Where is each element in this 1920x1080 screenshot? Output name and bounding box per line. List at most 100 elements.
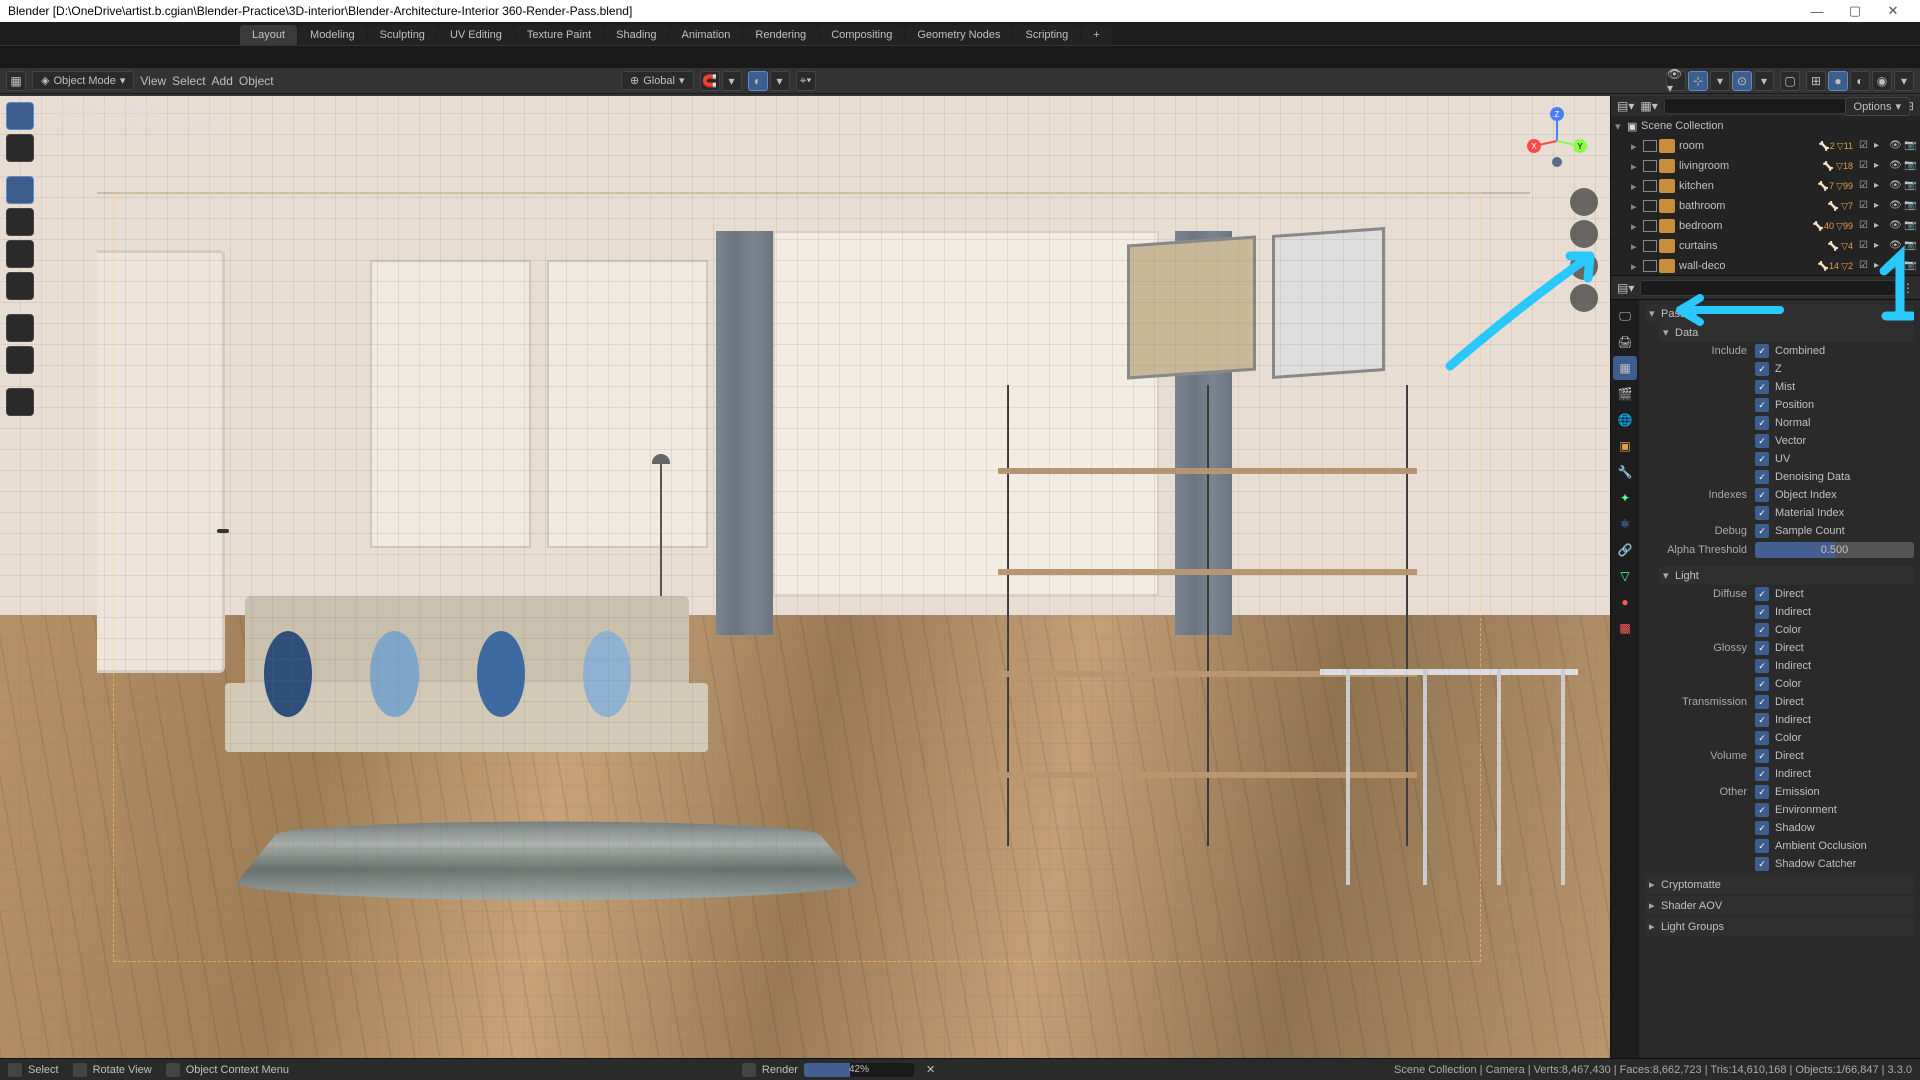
tab-animation[interactable]: Animation xyxy=(670,25,743,45)
outliner-type-icon[interactable]: ▤▾ xyxy=(1617,99,1634,113)
view-menu[interactable]: View xyxy=(140,74,166,88)
proportional-toggle[interactable]: ◐ xyxy=(748,71,768,91)
xray-toggle[interactable]: ▢ xyxy=(1780,71,1800,91)
select-menu[interactable]: Select xyxy=(172,74,205,88)
checkbox-transmission-c[interactable]: ✓ xyxy=(1755,731,1769,745)
outliner-item-room[interactable]: ▸room🦴2▽11☑▸👁📷 xyxy=(1611,136,1920,156)
panel-data[interactable]: ▾Data xyxy=(1659,323,1914,342)
panel-passes[interactable]: ▾Passes xyxy=(1645,304,1914,323)
nav-gizmo[interactable]: Z X Y xyxy=(1522,106,1592,176)
maximize-button[interactable]: ▢ xyxy=(1836,0,1874,22)
checkbox-other-sh[interactable]: ✓ xyxy=(1755,821,1769,835)
panel-light[interactable]: ▾Light xyxy=(1659,566,1914,585)
outliner-item-livingroom[interactable]: ▸livingroom🦴▽18☑▸👁📷 xyxy=(1611,156,1920,176)
proportional-type[interactable]: ▾ xyxy=(770,71,790,91)
options-dropdown[interactable]: Options ▾ xyxy=(1845,97,1910,116)
properties-body[interactable]: ▾Passes ▾Data Include✓Combined✓Z✓Mist✓Po… xyxy=(1639,300,1920,1058)
pan-button[interactable] xyxy=(1570,220,1598,248)
tab-layout[interactable]: Layout xyxy=(240,25,297,45)
3d-viewport[interactable]: Camera Perspective (1) Scene Collection … xyxy=(0,96,1610,1058)
outliner-item-bedroom[interactable]: ▸bedroom🦴40▽99☑▸👁📷 xyxy=(1611,216,1920,236)
checkbox-mat[interactable]: ✓ xyxy=(1755,506,1769,520)
properties-options-icon[interactable]: ⋮ xyxy=(1902,281,1914,295)
checkbox-normal[interactable]: ✓ xyxy=(1755,416,1769,430)
tab-viewlayer[interactable]: ▦ xyxy=(1613,356,1637,380)
tab-object[interactable]: ▣ xyxy=(1613,434,1637,458)
tab-world[interactable]: 🌐 xyxy=(1613,408,1637,432)
checkbox-uv[interactable]: ✓ xyxy=(1755,452,1769,466)
orientation-global[interactable]: ⊕ Global ▾ xyxy=(621,71,694,90)
tab-rendering[interactable]: Rendering xyxy=(743,25,818,45)
tab-modeling[interactable]: Modeling xyxy=(298,25,367,45)
tab-physics[interactable]: ⚛ xyxy=(1613,512,1637,536)
perspective-button[interactable] xyxy=(1570,284,1598,312)
snap-toggle[interactable]: 🧲 xyxy=(700,71,720,91)
tool-add-cube[interactable] xyxy=(6,388,34,416)
checkbox-combined[interactable]: ✓ xyxy=(1755,344,1769,358)
checkbox-volume-i[interactable]: ✓ xyxy=(1755,767,1769,781)
checkbox-glossy-d[interactable]: ✓ xyxy=(1755,641,1769,655)
minimize-button[interactable]: — xyxy=(1798,0,1836,22)
panel-cryptomatte[interactable]: ▸Cryptomatte xyxy=(1645,875,1914,894)
checkbox-glossy-c[interactable]: ✓ xyxy=(1755,677,1769,691)
checkbox-diffuse-c[interactable]: ✓ xyxy=(1755,623,1769,637)
tool-measure[interactable] xyxy=(6,346,34,374)
tab-geometry-nodes[interactable]: Geometry Nodes xyxy=(905,25,1012,45)
visibility-dropdown[interactable]: 👁▾ xyxy=(1666,71,1686,91)
outliner-item-wall-deco[interactable]: ▸wall-deco🦴14▽2☑▸👁📷 xyxy=(1611,256,1920,276)
checkbox-position[interactable]: ✓ xyxy=(1755,398,1769,412)
shading-wireframe[interactable]: ⊞ xyxy=(1806,71,1826,91)
tool-scale[interactable] xyxy=(6,240,34,268)
tab-data[interactable]: ▽ xyxy=(1613,564,1637,588)
outliner-item-bathroom[interactable]: ▸bathroom🦴▽7☑▸👁📷 xyxy=(1611,196,1920,216)
tab-particles[interactable]: ✦ xyxy=(1613,486,1637,510)
gizmo-toggle[interactable]: ⊹ xyxy=(1688,71,1708,91)
tab-shading[interactable]: Shading xyxy=(604,25,668,45)
checkbox-volume-d[interactable]: ✓ xyxy=(1755,749,1769,763)
shading-dropdown[interactable]: ▾ xyxy=(1894,71,1914,91)
checkbox-transmission-d[interactable]: ✓ xyxy=(1755,695,1769,709)
checkbox-other-env[interactable]: ✓ xyxy=(1755,803,1769,817)
shading-solid[interactable]: ● xyxy=(1828,71,1848,91)
outliner-item-kitchen[interactable]: ▸kitchen🦴7▽99☑▸👁📷 xyxy=(1611,176,1920,196)
add-menu[interactable]: Add xyxy=(212,74,233,88)
checkbox-other-em[interactable]: ✓ xyxy=(1755,785,1769,799)
shading-material[interactable]: ◐ xyxy=(1850,71,1870,91)
outliner[interactable]: ▤▾ ▦▾ ▿ ⊞ ▾ ▣ Scene Collection ▸room🦴2▽1… xyxy=(1611,96,1920,276)
object-menu[interactable]: Object xyxy=(239,74,274,88)
tab-sculpting[interactable]: Sculpting xyxy=(368,25,437,45)
zoom-button[interactable] xyxy=(1570,188,1598,216)
editor-type-icon[interactable]: ▦ xyxy=(6,71,26,91)
tab-scripting[interactable]: Scripting xyxy=(1013,25,1080,45)
tab-render[interactable]: 🖵 xyxy=(1613,304,1637,328)
checkbox-obj[interactable]: ✓ xyxy=(1755,488,1769,502)
tool-rotate[interactable] xyxy=(6,208,34,236)
properties-search[interactable] xyxy=(1640,280,1896,296)
tab-material[interactable]: ● xyxy=(1613,590,1637,614)
tab-texture-paint[interactable]: Texture Paint xyxy=(515,25,603,45)
outliner-item-curtains[interactable]: ▸curtains🦴▽4☑▸👁📷 xyxy=(1611,236,1920,256)
tab-texture[interactable]: ▩ xyxy=(1613,616,1637,640)
checkbox-sc[interactable]: ✓ xyxy=(1755,524,1769,538)
mode-dropdown[interactable]: ◈Object Mode▾ xyxy=(32,71,134,90)
overlay-dropdown[interactable]: ▾ xyxy=(1754,71,1774,91)
outliner-mode-icon[interactable]: ▦▾ xyxy=(1640,99,1657,113)
tab-compositing[interactable]: Compositing xyxy=(819,25,904,45)
outliner-root[interactable]: ▾ ▣ Scene Collection xyxy=(1611,116,1920,136)
tool-annotate[interactable] xyxy=(6,314,34,342)
checkbox-denoising[interactable]: ✓ xyxy=(1755,470,1769,484)
tab-constraints[interactable]: 🔗 xyxy=(1613,538,1637,562)
pivot-dropdown[interactable]: ⌖▾ xyxy=(796,71,816,91)
checkbox-diffuse-d[interactable]: ✓ xyxy=(1755,587,1769,601)
checkbox-vector[interactable]: ✓ xyxy=(1755,434,1769,448)
shading-rendered[interactable]: ◉ xyxy=(1872,71,1892,91)
panel-shader-aov[interactable]: ▸Shader AOV xyxy=(1645,896,1914,915)
close-button[interactable]: ✕ xyxy=(1874,0,1912,22)
tool-select-box[interactable] xyxy=(6,102,34,130)
tab-modifiers[interactable]: 🔧 xyxy=(1613,460,1637,484)
overlay-toggle[interactable]: ⊙ xyxy=(1732,71,1752,91)
alpha-threshold-field[interactable]: 0.500 xyxy=(1755,542,1914,558)
checkbox-glossy-i[interactable]: ✓ xyxy=(1755,659,1769,673)
checkbox-mist[interactable]: ✓ xyxy=(1755,380,1769,394)
checkbox-diffuse-i[interactable]: ✓ xyxy=(1755,605,1769,619)
